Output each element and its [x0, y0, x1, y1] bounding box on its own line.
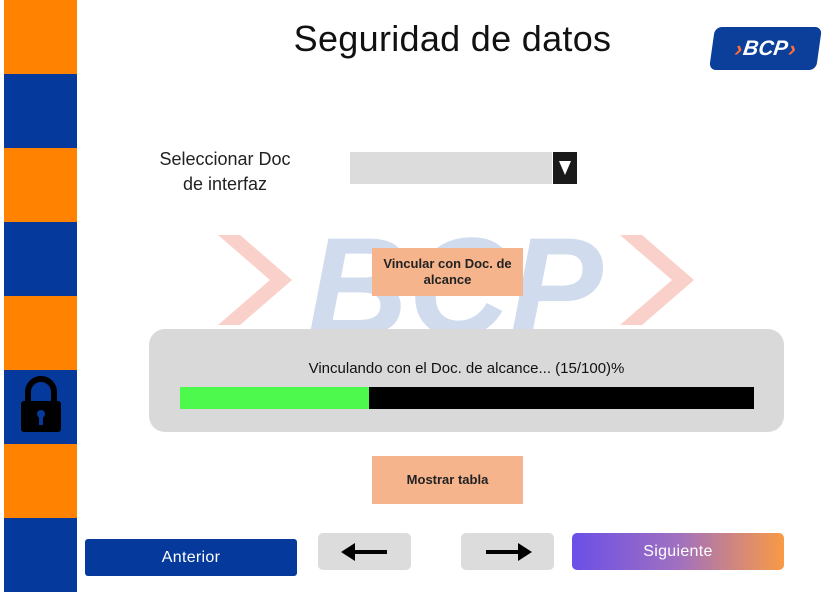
bcp-logo: › BCP ›	[708, 27, 823, 70]
back-arrow-button[interactable]	[318, 533, 411, 570]
previous-button[interactable]: Anterior	[85, 539, 297, 576]
lock-icon	[21, 376, 61, 432]
progress-bar-fill	[180, 387, 370, 409]
progress-bar-track	[180, 387, 754, 409]
logo-text: BCP	[741, 36, 790, 60]
next-button[interactable]: Siguiente	[572, 533, 784, 570]
progress-panel: Vinculando con el Doc. de alcance... (15…	[149, 329, 784, 432]
sidebar-stripe-blue	[4, 222, 77, 296]
page-title: Seguridad de datos	[293, 18, 612, 59]
link-scope-doc-button[interactable]: Vincular con Doc. de alcance	[372, 248, 523, 296]
sidebar-stripe-blue	[4, 74, 77, 148]
select-doc-label-line1: Seleccionar Doc	[159, 149, 291, 169]
sidebar-stripe-blue	[4, 518, 77, 592]
select-doc-label: Seleccionar Doc de interfaz	[140, 147, 310, 197]
forward-arrow-button[interactable]	[461, 533, 554, 570]
arrow-right-icon	[485, 542, 532, 561]
select-doc-label-line2: de interfaz	[182, 174, 268, 194]
sidebar-stripe-orange	[4, 148, 77, 222]
triangle-down-icon	[559, 161, 571, 175]
arrow-left-icon	[340, 542, 387, 561]
sidebar	[4, 0, 77, 592]
link-scope-doc-label: Vincular con Doc. de alcance	[383, 256, 512, 287]
sidebar-stripe-orange	[4, 444, 77, 518]
progress-status-text: Vinculando con el Doc. de alcance... (15…	[308, 360, 625, 377]
interface-doc-select[interactable]	[350, 152, 552, 184]
sidebar-stripe-orange	[4, 296, 77, 370]
sidebar-stripe-orange	[4, 0, 77, 74]
show-table-button[interactable]: Mostrar tabla	[372, 456, 523, 504]
show-table-label: Mostrar tabla	[406, 472, 489, 487]
select-dropdown-button[interactable]	[553, 152, 577, 184]
